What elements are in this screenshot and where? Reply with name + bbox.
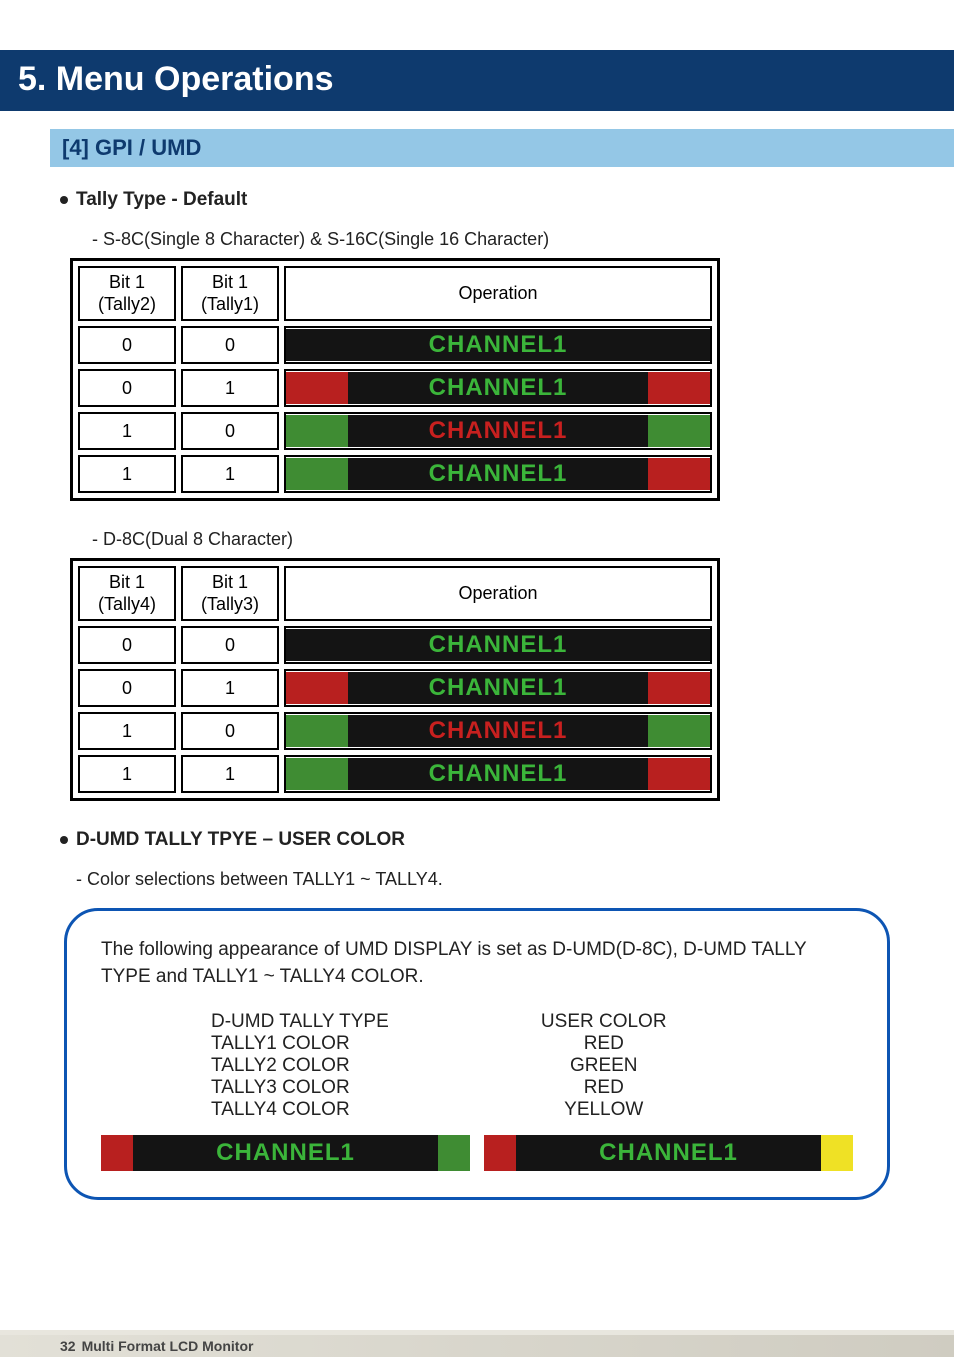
channel-label: CHANNEL1 bbox=[599, 1139, 738, 1167]
tally-right bbox=[648, 715, 710, 747]
table-header: Operation bbox=[284, 566, 712, 621]
info-text: The following appearance of UMD DISPLAY … bbox=[101, 937, 853, 990]
channel-strip: CHANNEL1 bbox=[286, 715, 710, 747]
page-number: 32 bbox=[60, 1338, 76, 1354]
info-col-values: USER COLOR RED GREEN RED YELLOW bbox=[529, 1011, 679, 1121]
footer-title: Multi Format LCD Monitor bbox=[82, 1338, 254, 1354]
page-body: 5. Menu Operations [4] GPI / UMD Tally T… bbox=[0, 0, 954, 1330]
tally-left bbox=[286, 629, 348, 661]
channel-label: CHANNEL1 bbox=[216, 1139, 355, 1167]
channel-strip: CHANNEL1 bbox=[484, 1135, 853, 1171]
tally-left bbox=[101, 1135, 133, 1171]
tally-right bbox=[648, 415, 710, 447]
table-row: 1 1 CHANNEL1 bbox=[78, 455, 712, 493]
table-row: 0 1 CHANNEL1 bbox=[78, 369, 712, 407]
channel-strip: CHANNEL1 bbox=[286, 372, 710, 404]
tally-left bbox=[484, 1135, 516, 1171]
tally-right bbox=[438, 1135, 470, 1171]
tally-left bbox=[286, 329, 348, 361]
tally-table-2: Bit 1 (Tally4) Bit 1 (Tally3) Operation … bbox=[70, 558, 720, 801]
tally-right bbox=[648, 329, 710, 361]
channel-label: CHANNEL1 bbox=[429, 331, 568, 359]
subnote-s8c: - S-8C(Single 8 Character) & S-16C(Singl… bbox=[92, 229, 894, 250]
table-row: 0 0 CHANNEL1 bbox=[78, 326, 712, 364]
info-col-labels: D-UMD TALLY TYPE TALLY1 COLOR TALLY2 COL… bbox=[211, 1011, 389, 1121]
channel-label: CHANNEL1 bbox=[429, 674, 568, 702]
tally-right bbox=[648, 629, 710, 661]
subnote-d8c: - D-8C(Dual 8 Character) bbox=[92, 529, 894, 550]
tally-left bbox=[286, 415, 348, 447]
tally-right bbox=[648, 372, 710, 404]
tally-right bbox=[648, 458, 710, 490]
chapter-heading: 5. Menu Operations bbox=[0, 50, 954, 111]
section-heading: [4] GPI / UMD bbox=[50, 129, 954, 167]
bullet-tally-type-label: Tally Type - Default bbox=[76, 189, 247, 211]
info-callout: The following appearance of UMD DISPLAY … bbox=[64, 908, 890, 1199]
channel-label: CHANNEL1 bbox=[429, 417, 568, 445]
table-header: Bit 1 (Tally3) bbox=[181, 566, 279, 621]
dual-strip-row: CHANNEL1 CHANNEL1 bbox=[101, 1135, 853, 1171]
table-header: Bit 1 (Tally4) bbox=[78, 566, 176, 621]
table-row: 1 0 CHANNEL1 bbox=[78, 412, 712, 450]
table-row: 0 1 CHANNEL1 bbox=[78, 669, 712, 707]
channel-label: CHANNEL1 bbox=[429, 460, 568, 488]
channel-label: CHANNEL1 bbox=[429, 374, 568, 402]
channel-label: CHANNEL1 bbox=[429, 760, 568, 788]
channel-strip: CHANNEL1 bbox=[286, 329, 710, 361]
table-header: Bit 1 (Tally1) bbox=[181, 266, 279, 321]
tally-left bbox=[286, 372, 348, 404]
info-columns: D-UMD TALLY TYPE TALLY1 COLOR TALLY2 COL… bbox=[211, 1011, 853, 1121]
tally-left bbox=[286, 672, 348, 704]
channel-strip: CHANNEL1 bbox=[286, 458, 710, 490]
table-header: Operation bbox=[284, 266, 712, 321]
bullet-icon bbox=[60, 836, 68, 844]
subnote-colorsel: - Color selections between TALLY1 ~ TALL… bbox=[76, 869, 894, 890]
bullet-tally-type: Tally Type - Default bbox=[60, 189, 894, 211]
bullet-user-color: D-UMD TALLY TPYE – USER COLOR bbox=[60, 829, 894, 851]
bullet-user-color-label: D-UMD TALLY TPYE – USER COLOR bbox=[76, 829, 405, 851]
tally-left bbox=[286, 715, 348, 747]
channel-strip: CHANNEL1 bbox=[286, 758, 710, 790]
channel-strip: CHANNEL1 bbox=[286, 415, 710, 447]
channel-strip: CHANNEL1 bbox=[286, 629, 710, 661]
page-footer: 32 Multi Format LCD Monitor bbox=[0, 1335, 954, 1357]
tally-right bbox=[648, 672, 710, 704]
table-row: 1 0 CHANNEL1 bbox=[78, 712, 712, 750]
table-row: 0 0 CHANNEL1 bbox=[78, 626, 712, 664]
table-header: Bit 1 (Tally2) bbox=[78, 266, 176, 321]
tally-right bbox=[648, 758, 710, 790]
tally-right bbox=[821, 1135, 853, 1171]
channel-label: CHANNEL1 bbox=[429, 717, 568, 745]
tally-left bbox=[286, 458, 348, 490]
channel-label: CHANNEL1 bbox=[429, 631, 568, 659]
bullet-icon bbox=[60, 196, 68, 204]
channel-strip: CHANNEL1 bbox=[286, 672, 710, 704]
channel-strip: CHANNEL1 bbox=[101, 1135, 470, 1171]
tally-table-1: Bit 1 (Tally2) Bit 1 (Tally1) Operation … bbox=[70, 258, 720, 501]
table-row: 1 1 CHANNEL1 bbox=[78, 755, 712, 793]
tally-left bbox=[286, 758, 348, 790]
